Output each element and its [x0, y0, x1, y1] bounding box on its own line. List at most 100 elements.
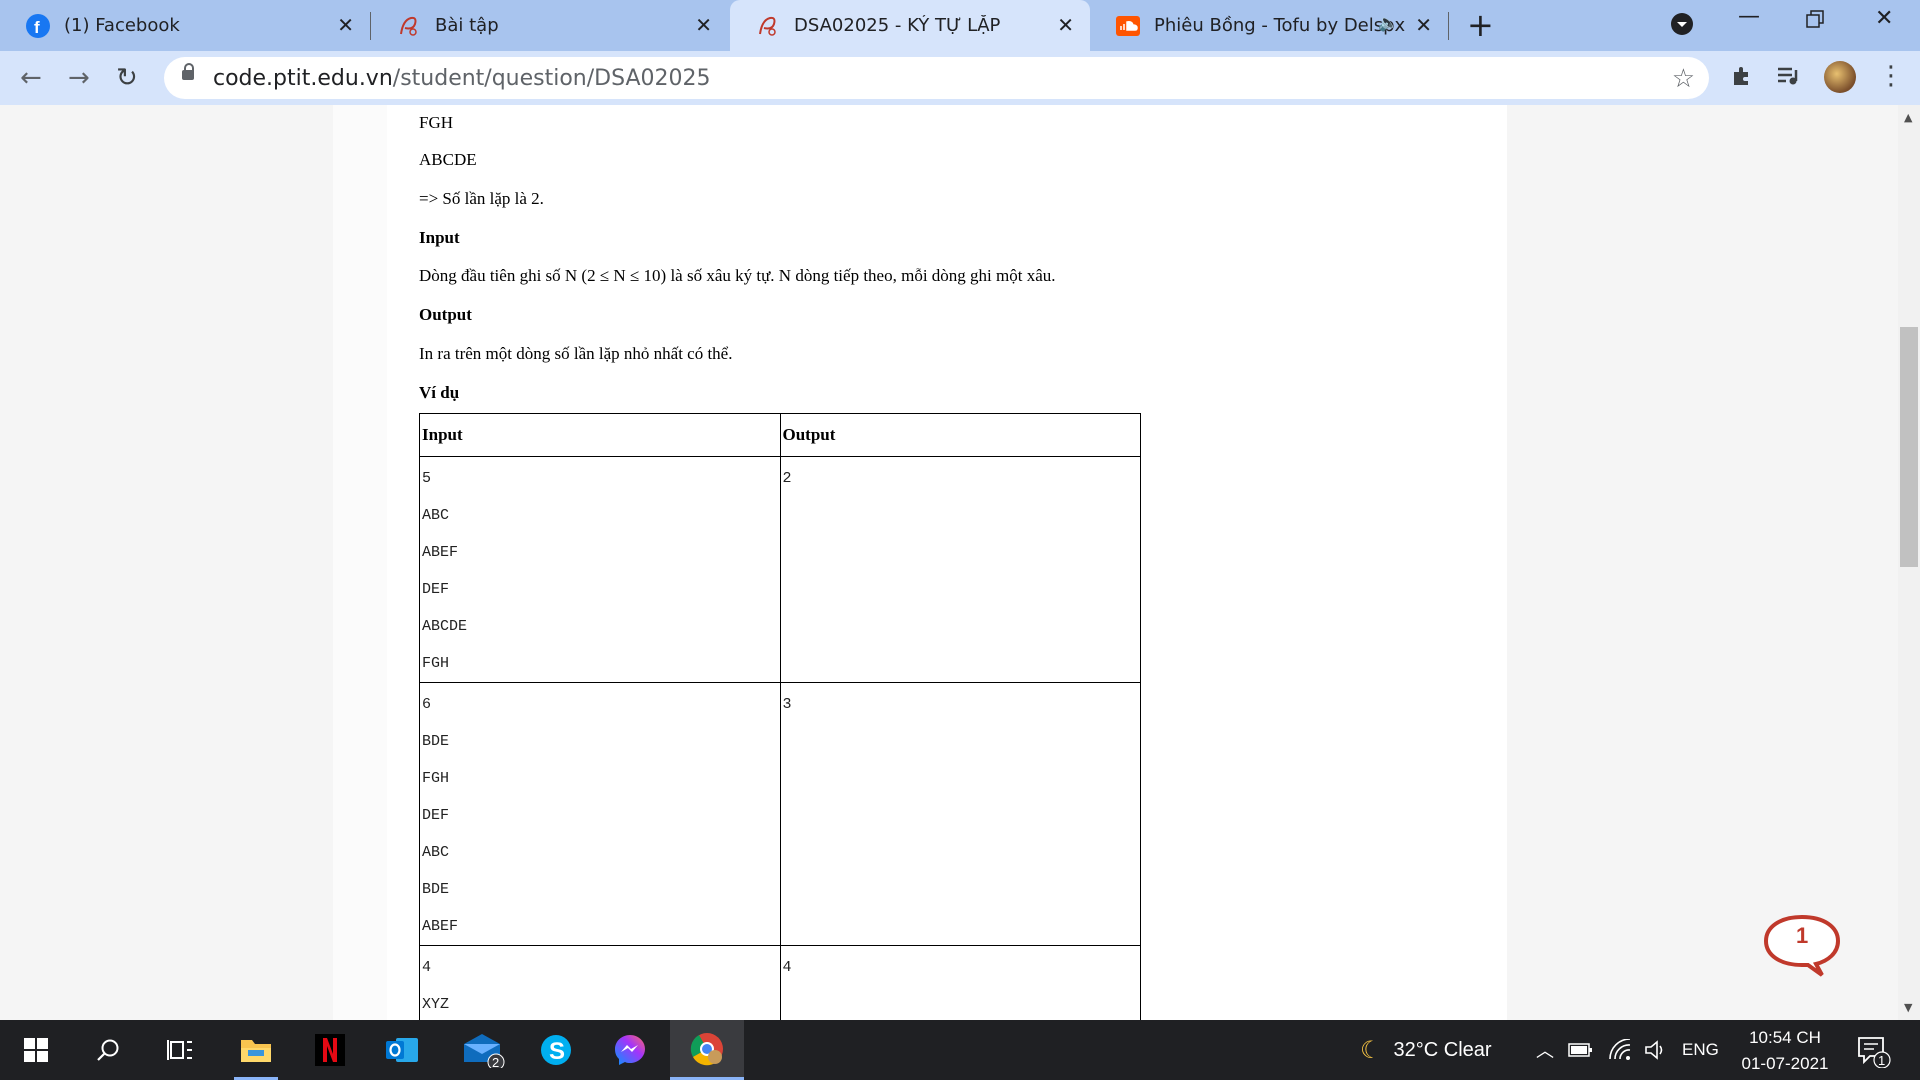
input-line: ABC — [422, 844, 450, 861]
clock-time: 10:54 CH — [1749, 1028, 1821, 1047]
browser-toolbar: ← → ↻ code.ptit.edu.vn/student/question/… — [0, 51, 1920, 105]
input-description: Dòng đầu tiên ghi số N (2 ≤ N ≤ 10) là s… — [419, 266, 1056, 285]
skype-icon[interactable]: S — [520, 1020, 592, 1080]
netflix-icon[interactable] — [294, 1020, 366, 1080]
clock-date: 01-07-2021 — [1741, 1054, 1829, 1073]
input-line: XYZ — [422, 996, 450, 1013]
url-domain: code.ptit.edu.vn — [213, 66, 393, 91]
soundcloud-icon — [1116, 14, 1140, 38]
input-heading: Input — [419, 228, 460, 247]
close-tab-icon[interactable]: ✕ — [695, 14, 712, 36]
output-cell: 4 — [779, 945, 1141, 1020]
input-line: 4 — [422, 959, 432, 976]
tab-title: Bài tập — [435, 15, 499, 36]
input-line: 6 — [422, 696, 432, 713]
tab-dsa02025[interactable]: DSA02025 - KÝ TỰ LẶP ✕ — [730, 0, 1090, 51]
menu-kebab-icon[interactable]: ⋮ — [1878, 61, 1904, 91]
example-conclusion: => Số lần lặp là 2. — [419, 189, 544, 208]
close-tab-icon[interactable]: ✕ — [1057, 14, 1074, 36]
input-line: ABC — [422, 507, 450, 524]
chat-widget[interactable]: 1 — [1762, 913, 1841, 977]
scroll-down-arrow[interactable]: ▼ — [1904, 1001, 1912, 1014]
table-header-row: Input Output — [419, 413, 1141, 457]
profile-avatar[interactable] — [1824, 61, 1856, 93]
tab-title: Phiêu Bồng - Tofu by Delspx — [1154, 15, 1406, 36]
input-line: BDE — [422, 733, 450, 750]
battery-icon[interactable] — [1568, 1020, 1594, 1080]
new-tab-button[interactable]: + — [1467, 8, 1494, 42]
input-line: ABCDE — [422, 618, 468, 635]
windows-taskbar: 2 S ☾ 32°C Clear ︿ ENG 10:54 CH 01-07-20… — [0, 1020, 1920, 1080]
mail-badge-count: 2 — [492, 1055, 499, 1068]
input-line: DEF — [422, 581, 450, 598]
output-line: 3 — [782, 696, 792, 713]
mail-icon[interactable]: 2 — [448, 1020, 520, 1080]
tab-bai-tap[interactable]: Bài tập ✕ — [371, 0, 728, 51]
chat-badge-count: 1 — [1796, 923, 1808, 948]
example-heading: Ví dụ — [419, 383, 460, 402]
show-hidden-icons-chevron-icon[interactable]: ︿ — [1536, 1020, 1554, 1080]
outlook-icon[interactable] — [366, 1020, 438, 1080]
bookmark-star-icon[interactable]: ☆ — [1672, 63, 1695, 94]
wifi-icon[interactable] — [1608, 1020, 1632, 1080]
reload-button[interactable]: ↻ — [116, 64, 138, 92]
problem-content: FGH ABCDE => Số lần lặp là 2. Input Dòng… — [387, 105, 1507, 1020]
input-cell: 4 XYZ — [419, 945, 781, 1020]
lock-icon — [182, 63, 194, 80]
tab-facebook[interactable]: f (1) Facebook ✕ — [0, 0, 370, 51]
scrollbar-thumb[interactable] — [1900, 327, 1918, 567]
close-window-button[interactable]: ✕ — [1875, 6, 1893, 31]
notification-center-icon[interactable]: 1 — [1856, 1020, 1892, 1080]
tab-soundcloud[interactable]: Phiêu Bồng - Tofu by Delspx 🔈 ✕ — [1090, 0, 1448, 51]
tab-title: (1) Facebook — [64, 15, 180, 36]
address-bar[interactable]: code.ptit.edu.vn/student/question/DSA020… — [164, 57, 1709, 99]
column-header-input: Input — [419, 413, 781, 457]
tab-strip: f (1) Facebook ✕ Bài tập ✕ DSA02025 - KÝ… — [0, 0, 1920, 51]
ptit-logo-icon — [756, 14, 780, 38]
scroll-up-arrow[interactable]: ▲ — [1904, 111, 1912, 124]
svg-text:f: f — [34, 18, 40, 37]
moon-icon: ☾ — [1360, 1036, 1382, 1064]
input-line: BDE — [422, 881, 450, 898]
output-cell: 3 — [779, 682, 1141, 946]
weather-widget[interactable]: ☾ 32°C Clear — [1360, 1020, 1492, 1080]
close-tab-icon[interactable]: ✕ — [337, 14, 354, 36]
forward-button[interactable]: → — [68, 64, 90, 92]
ptit-logo-icon — [397, 14, 421, 38]
search-icon[interactable] — [72, 1020, 144, 1080]
page-viewport: FGH ABCDE => Số lần lặp là 2. Input Dòng… — [0, 105, 1898, 1020]
volume-icon[interactable] — [1644, 1020, 1668, 1080]
table-row: 4 XYZ 4 — [419, 945, 1141, 1020]
tab-search-icon[interactable] — [1670, 12, 1694, 42]
chrome-icon[interactable] — [670, 1020, 744, 1080]
tab-separator — [1448, 12, 1449, 40]
input-line: FGH — [422, 770, 450, 787]
input-line: ABEF — [422, 918, 459, 935]
output-heading: Output — [419, 305, 472, 324]
input-line: 5 — [422, 470, 432, 487]
close-tab-icon[interactable]: ✕ — [1415, 14, 1432, 36]
clock[interactable]: 10:54 CH 01-07-2021 — [1730, 1025, 1840, 1077]
example-line: FGH — [419, 113, 454, 132]
tab-title: DSA02025 - KÝ TỰ LẶP — [794, 15, 1001, 36]
example-line: ABCDE — [419, 150, 477, 169]
table-row: 5 ABC ABEF DEF ABCDE FGH 2 — [419, 456, 1141, 683]
example-table: Input Output 5 ABC ABEF DEF ABCDE FGH 2 — [419, 413, 1141, 1020]
messenger-icon[interactable] — [594, 1020, 666, 1080]
language-indicator[interactable]: ENG — [1682, 1020, 1719, 1080]
url-text: code.ptit.edu.vn/student/question/DSA020… — [213, 66, 711, 91]
media-control-icon[interactable] — [1776, 64, 1802, 94]
speaker-icon[interactable]: 🔈 — [1378, 13, 1398, 32]
input-line: DEF — [422, 807, 450, 824]
restore-button[interactable] — [1806, 9, 1824, 34]
windows-start-icon[interactable] — [0, 1020, 72, 1080]
back-button[interactable]: ← — [20, 64, 42, 92]
file-explorer-icon[interactable] — [220, 1020, 292, 1080]
page-scrollbar[interactable]: ▲ ▼ — [1898, 105, 1920, 1020]
extensions-icon[interactable] — [1730, 64, 1754, 94]
input-line: FGH — [422, 655, 450, 672]
task-view-icon[interactable] — [144, 1020, 216, 1080]
svg-text:S: S — [549, 1038, 565, 1065]
input-cell: 6 BDE FGH DEF ABC BDE ABEF — [419, 682, 781, 946]
minimize-button[interactable]: — — [1738, 4, 1760, 29]
